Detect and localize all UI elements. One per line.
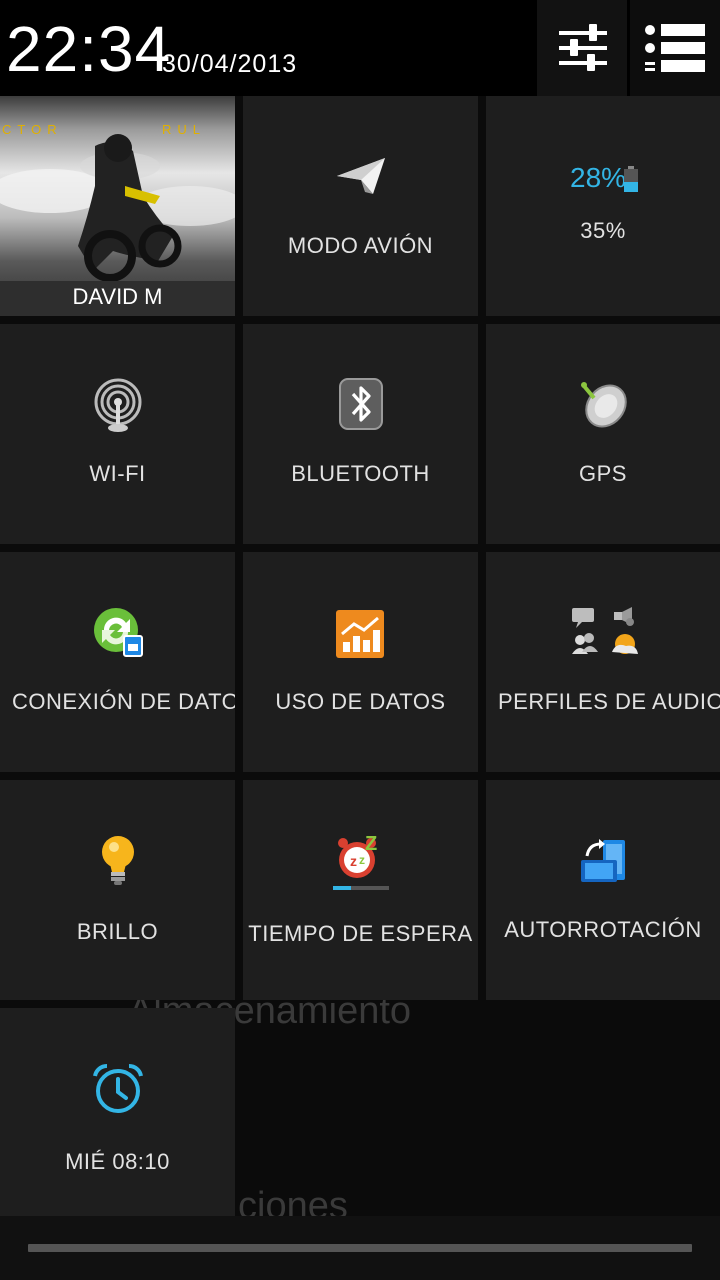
gps-tile[interactable]: GPS	[486, 324, 720, 544]
list-icon	[645, 24, 705, 72]
svg-text:z: z	[359, 853, 365, 867]
photo-caption-left: CTOR	[2, 122, 63, 137]
bluetooth-icon	[339, 378, 383, 430]
auto-rotate-icon	[581, 839, 625, 882]
user-profile-tile[interactable]: CTOR RUL DAVID M	[0, 96, 235, 316]
audio-profiles-tile[interactable]: PERFILES DE AUDIO	[486, 552, 720, 772]
status-header: 22:34 30/04/2013	[0, 0, 720, 96]
alarm-tile[interactable]: MIÉ 08:10	[0, 1008, 235, 1216]
quick-settings-button[interactable]	[537, 0, 627, 96]
gps-label: GPS	[579, 461, 627, 486]
airplane-mode-tile[interactable]: MODO AVIÓN	[243, 96, 478, 316]
bluetooth-tile[interactable]: BLUETOOTH	[243, 324, 478, 544]
drag-handle[interactable]	[28, 1244, 692, 1252]
notifications-list-button[interactable]	[630, 0, 720, 96]
battery-tile[interactable]: 28% 35%	[486, 96, 720, 316]
audio-profiles-icon	[572, 607, 638, 654]
sleep-timer-icon: z Z z	[333, 834, 389, 890]
sliders-icon	[559, 24, 607, 71]
battery-label: 35%	[580, 218, 626, 243]
data-usage-label: USO DE DATOS	[275, 689, 446, 714]
brightness-tile[interactable]: BRILLO	[0, 780, 235, 1000]
airplane-mode-label: MODO AVIÓN	[287, 233, 434, 258]
profile-photo: CTOR RUL	[0, 96, 235, 316]
data-usage-chart-icon	[336, 610, 384, 658]
svg-text:Z: Z	[365, 834, 377, 855]
alarm-label: MIÉ 08:10	[65, 1149, 170, 1174]
bluetooth-label: BLUETOOTH	[291, 461, 430, 486]
data-usage-tile[interactable]: USO DE DATOS	[243, 552, 478, 772]
data-connection-label: CONEXIÓN DE DATOS	[12, 689, 235, 714]
alarm-clock-icon	[93, 1063, 143, 1113]
light-bulb-icon	[102, 836, 134, 885]
data-connection-icon	[94, 608, 143, 657]
svg-text:z: z	[350, 853, 357, 869]
photo-caption-right: RUL	[162, 122, 206, 137]
clock-date: 30/04/2013	[162, 50, 298, 78]
clock-time: 22:34	[6, 13, 172, 85]
auto-rotate-tile[interactable]: AUTORROTACIÓN	[486, 780, 720, 1000]
wifi-antenna-icon	[94, 378, 142, 432]
user-name: DAVID M	[72, 284, 163, 309]
screen-timeout-label: TIEMPO DE ESPERA	[248, 921, 473, 946]
data-connection-tile[interactable]: CONEXIÓN DE DATOS	[0, 552, 235, 772]
brightness-label: BRILLO	[76, 919, 159, 944]
satellite-dish-icon	[581, 382, 627, 428]
battery-icon	[624, 166, 638, 192]
paper-plane-icon	[337, 158, 385, 194]
audio-profiles-label: PERFILES DE AUDIO	[498, 689, 720, 714]
wifi-label: WI-FI	[89, 461, 146, 486]
auto-rotate-label: AUTORROTACIÓN	[504, 917, 702, 942]
screen-timeout-tile[interactable]: z Z z TIEMPO DE ESPERA	[243, 780, 478, 1000]
battery-percent: 28%	[570, 162, 627, 193]
wifi-tile[interactable]: WI-FI	[0, 324, 235, 544]
